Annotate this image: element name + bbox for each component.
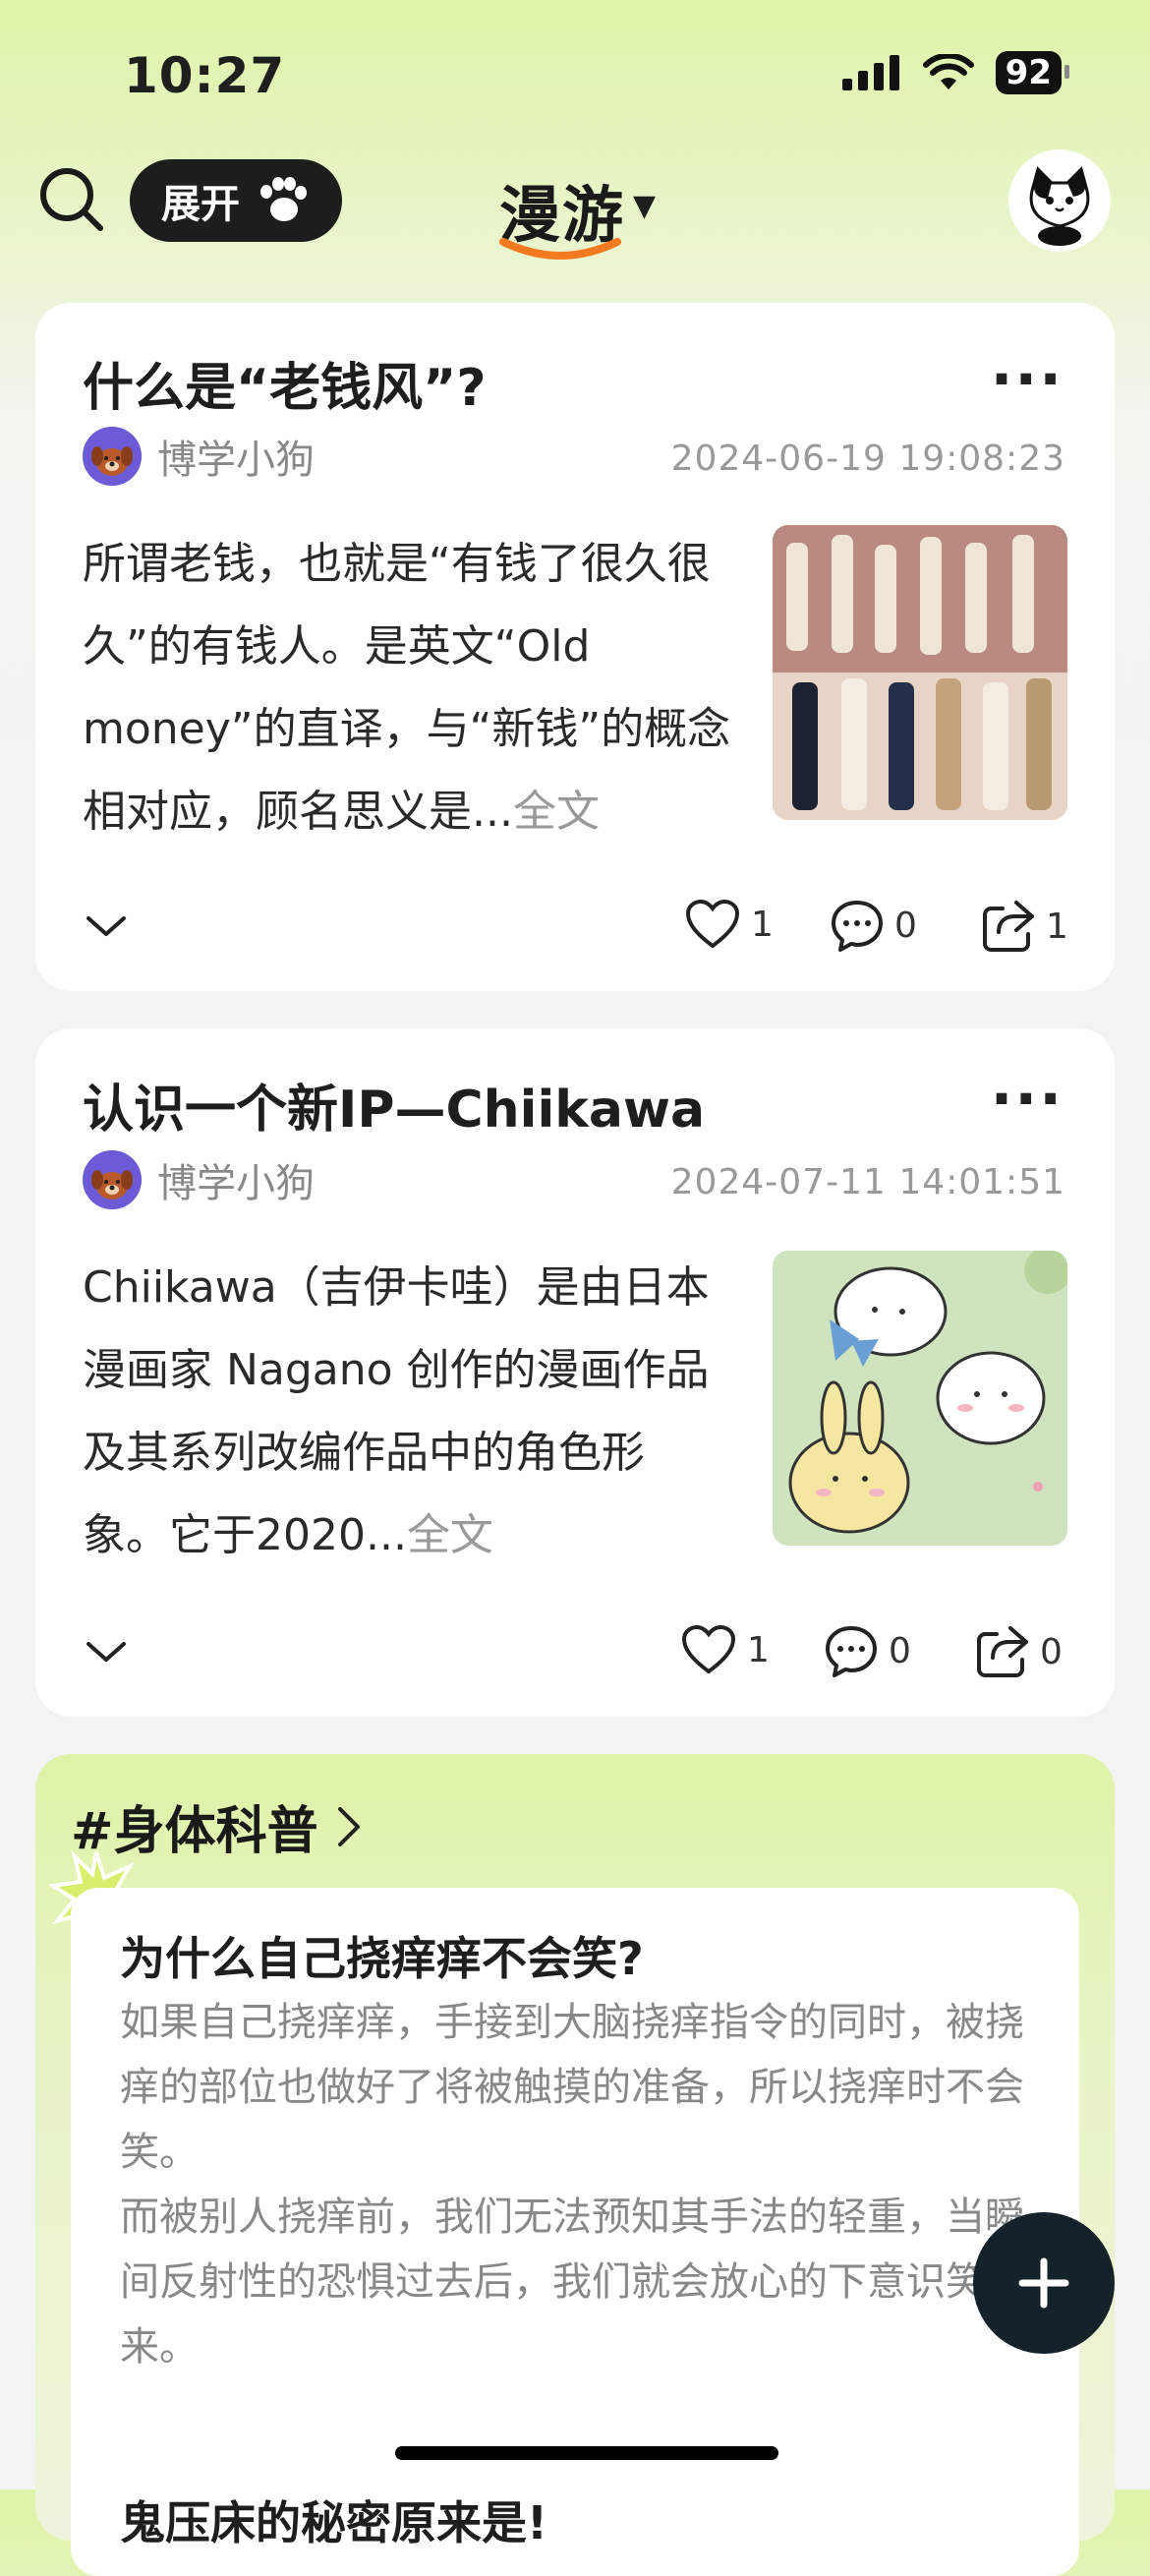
- dog-avatar-icon: [83, 1150, 142, 1209]
- post-card[interactable]: 认识一个新IP—Chiikawa ··· 博学小狗 2024-07-11 14:…: [35, 1028, 1115, 1717]
- author-avatar: [83, 427, 142, 486]
- post-timestamp: 2024-06-19 19:08:23: [670, 439, 1065, 479]
- post-thumbnail[interactable]: [773, 1251, 1067, 1546]
- author-avatar: [83, 1150, 142, 1209]
- cat-avatar-icon: [1008, 149, 1111, 252]
- topic-item-body: 如果自己挠痒痒，手接到大脑挠痒指令的同时，被挠痒的部位也做好了将被触摸的准备，所…: [120, 1990, 1034, 2379]
- status-icons: 92: [841, 51, 1070, 94]
- user-avatar[interactable]: [1008, 149, 1111, 252]
- status-time: 10:27: [124, 47, 286, 104]
- post-author[interactable]: 博学小狗: [83, 1150, 315, 1209]
- excerpt-text: Chiikawa（吉伊卡哇）是由日本漫画家 Nagano 创作的漫画作品及其系列…: [83, 1262, 710, 1560]
- share-button[interactable]: 0: [975, 1624, 1063, 1679]
- full-text-link[interactable]: 全文: [407, 1510, 493, 1560]
- post-title[interactable]: 什么是“老钱风”?: [83, 346, 487, 420]
- post-author[interactable]: 博学小狗: [83, 427, 315, 486]
- chevron-right-icon: [337, 1806, 360, 1846]
- dog-avatar-icon: [83, 427, 142, 486]
- expand-button[interactable]: 展开: [130, 159, 342, 242]
- topic-header[interactable]: #身体科普: [71, 1789, 362, 1863]
- more-options-icon[interactable]: ···: [991, 350, 1064, 409]
- paw-icon: [260, 177, 307, 221]
- share-icon: [977, 1626, 1028, 1677]
- topic-item-title[interactable]: 鬼压床的秘密原来是!: [120, 2488, 547, 2552]
- chevron-down-icon[interactable]: [85, 1640, 128, 1666]
- like-count: 1: [751, 904, 774, 945]
- share-count: 1: [1046, 906, 1068, 947]
- post-excerpt[interactable]: 所谓老钱，也就是“有钱了很久很久”的有钱人。是英文“Old money”的直译，…: [83, 523, 731, 853]
- post-thumbnail[interactable]: [773, 525, 1067, 820]
- topic-paragraph: 而被别人挠痒前，我们无法预知其手法的轻重，当瞬间反射性的恐惧过去后，我们就会放心…: [120, 2195, 1024, 2370]
- like-button[interactable]: 1: [680, 1624, 770, 1675]
- post-timestamp: 2024-07-11 14:01:51: [670, 1162, 1065, 1202]
- expand-label: 展开: [161, 182, 240, 227]
- author-name: 博学小狗: [157, 438, 315, 483]
- chiikawa-characters-image: [773, 1251, 1067, 1546]
- share-count: 0: [1040, 1631, 1063, 1672]
- heart-icon: [681, 1624, 736, 1674]
- comment-button[interactable]: 0: [830, 899, 917, 952]
- caret-down-icon: ▼: [633, 189, 657, 223]
- signal-icon: [841, 55, 899, 90]
- heart-icon: [685, 899, 740, 949]
- full-text-link[interactable]: 全文: [513, 787, 600, 837]
- comment-icon: [832, 901, 883, 952]
- channel-switcher[interactable]: 漫游 ▼: [499, 165, 676, 263]
- create-post-button[interactable]: [973, 2212, 1115, 2354]
- post-title[interactable]: 认识一个新IP—Chiikawa: [83, 1068, 705, 1142]
- topic-tag: #身体科普: [71, 1802, 318, 1861]
- more-options-icon[interactable]: ···: [991, 1070, 1064, 1129]
- comment-count: 0: [894, 905, 917, 946]
- topic-card[interactable]: 为什么自己挠痒痒不会笑? 如果自己挠痒痒，手接到大脑挠痒指令的同时，被挠痒的部位…: [71, 1888, 1079, 2576]
- share-button[interactable]: 1: [981, 899, 1068, 954]
- title-underline: [499, 238, 621, 260]
- topic-item-title[interactable]: 为什么自己挠痒痒不会笑?: [120, 1923, 644, 1988]
- search-icon[interactable]: [37, 165, 106, 234]
- chevron-down-icon[interactable]: [85, 914, 128, 940]
- topic-section: #身体科普 为什么自己挠痒痒不会笑? 如果自己挠痒痒，手接到大脑挠痒指令的同时，…: [35, 1754, 1115, 2576]
- wifi-icon: [922, 54, 974, 89]
- post-excerpt[interactable]: Chiikawa（吉伊卡哇）是由日本漫画家 Nagano 创作的漫画作品及其系列…: [83, 1247, 721, 1577]
- plus-icon: [1018, 2257, 1069, 2309]
- post-card[interactable]: 什么是“老钱风”? ··· 博学小狗 2024-06-19 19:08:23 所…: [35, 303, 1115, 991]
- like-button[interactable]: 1: [684, 899, 774, 950]
- comment-count: 0: [889, 1630, 911, 1671]
- fashion-runway-image: [773, 525, 1067, 820]
- author-name: 博学小狗: [157, 1161, 315, 1206]
- comment-button[interactable]: 0: [824, 1624, 911, 1677]
- topic-paragraph: 如果自己挠痒痒，手接到大脑挠痒指令的同时，被挠痒的部位也做好了将被触摸的准备，所…: [120, 2000, 1024, 2175]
- battery-indicator: 92: [995, 51, 1070, 94]
- home-indicator: [395, 2446, 778, 2460]
- like-count: 1: [747, 1629, 770, 1670]
- share-icon: [983, 901, 1034, 952]
- excerpt-text: 所谓老钱，也就是“有钱了很久很久”的有钱人。是英文“Old money”的直译，…: [83, 539, 731, 837]
- comment-icon: [826, 1626, 877, 1677]
